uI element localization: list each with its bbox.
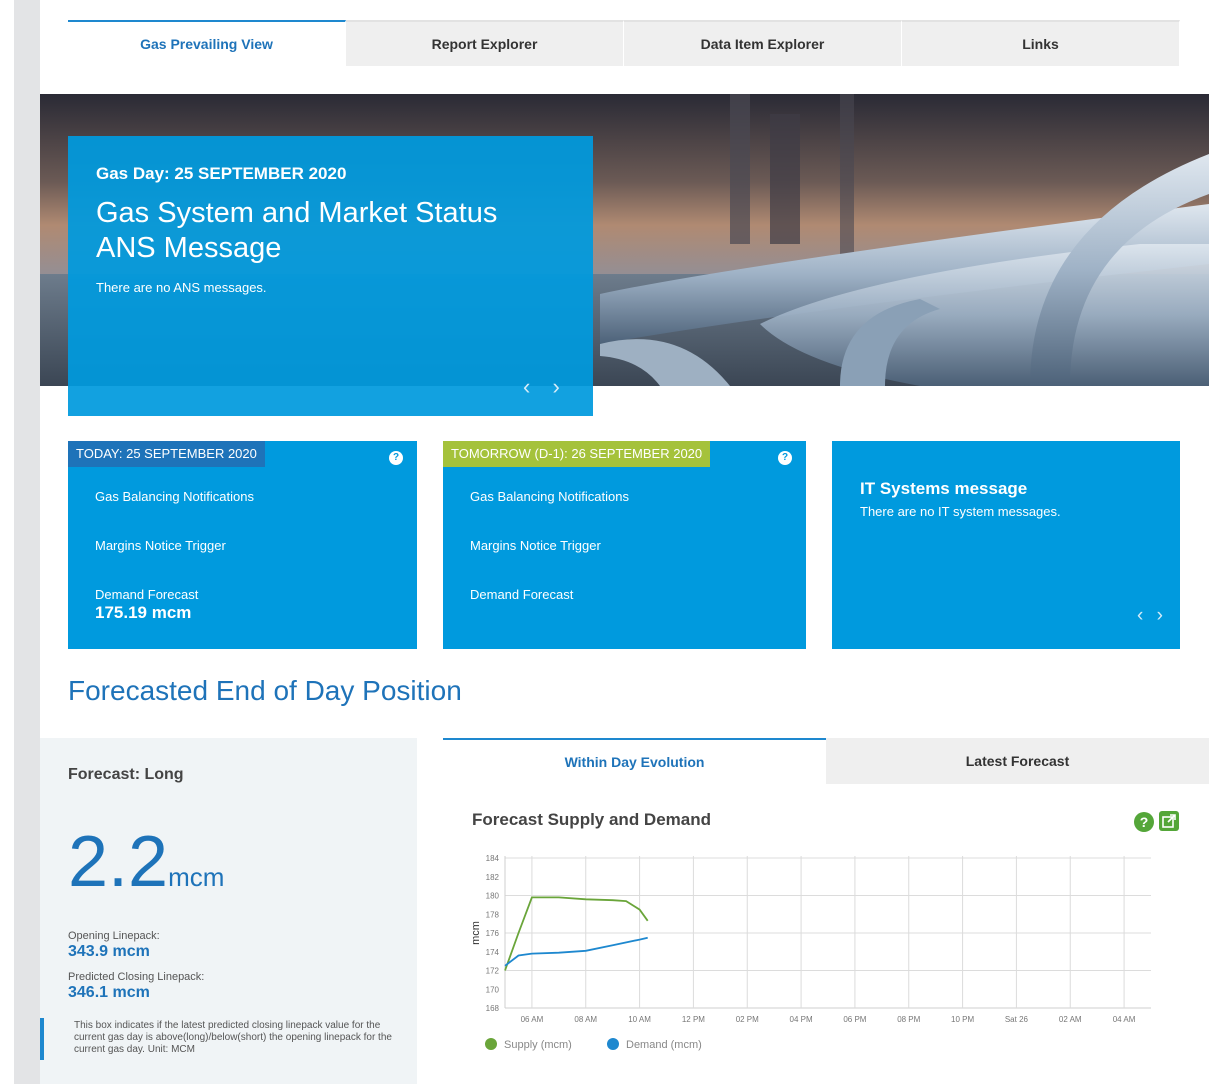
- y-tick-label: 168: [486, 1004, 500, 1013]
- tab-links[interactable]: Links: [902, 20, 1180, 66]
- x-tick-label: 06 AM: [521, 1015, 544, 1024]
- y-axis-label: mcm: [470, 921, 482, 945]
- tomorrow-help-icon[interactable]: ?: [778, 451, 792, 465]
- forecast-unit: mcm: [168, 862, 225, 892]
- today-demand-value: 175.19 mcm: [95, 603, 192, 622]
- it-systems-card: IT Systems message There are no IT syste…: [832, 441, 1180, 649]
- series-line-supply: [504, 896, 649, 971]
- x-tick-label: 10 AM: [628, 1015, 651, 1024]
- x-tick-label: 06 PM: [843, 1015, 866, 1024]
- x-tick-label: 04 AM: [1113, 1015, 1136, 1024]
- tab-latest-forecast[interactable]: Latest Forecast: [826, 738, 1209, 784]
- today-help-icon[interactable]: ?: [389, 451, 403, 465]
- export-icon[interactable]: [1159, 811, 1179, 831]
- today-card: TODAY: 25 SEPTEMBER 2020 ? Gas Balancing…: [68, 441, 417, 649]
- tomorrow-header: TOMORROW (D-1): 26 SEPTEMBER 2020: [443, 441, 711, 467]
- today-demand-forecast-link[interactable]: Demand Forecast: [95, 587, 198, 602]
- y-tick-label: 180: [486, 892, 500, 901]
- chart-title: Forecast Supply and Demand: [472, 810, 711, 829]
- forecast-chart: 168 170 172 174 176 178 180 182 184 mcm 06 AM 08 AM…: [470, 854, 1151, 1051]
- forecast-value: 2.2mcm: [68, 826, 224, 898]
- x-tick-label: 08 PM: [897, 1015, 920, 1024]
- note-accent-bar: [40, 1018, 44, 1060]
- ans-carousel-arrows[interactable]: ‹ ›: [523, 374, 568, 400]
- tomorrow-demand-forecast-link[interactable]: Demand Forecast: [470, 587, 573, 602]
- today-margins-notice-link[interactable]: Margins Notice Trigger: [95, 538, 226, 553]
- today-header: TODAY: 25 SEPTEMBER 2020: [68, 441, 265, 467]
- tab-gas-prevailing-view[interactable]: Gas Prevailing View: [68, 20, 346, 66]
- y-tick-label: 176: [486, 929, 500, 938]
- y-tick-label: 182: [486, 873, 500, 882]
- forecast-number: 2.2: [68, 822, 169, 902]
- legend-label-demand: Demand (mcm): [626, 1039, 702, 1051]
- ans-title: Gas System and Market Status ANS Message: [96, 197, 498, 264]
- closing-linepack-label: Predicted Closing Linepack:: [68, 971, 205, 983]
- tab-data-item-explorer[interactable]: Data Item Explorer: [624, 20, 902, 66]
- it-carousel-arrows[interactable]: ‹ ›: [1137, 605, 1167, 627]
- it-systems-title: IT Systems message: [860, 479, 1028, 498]
- y-tick-label: 184: [486, 854, 500, 863]
- tab-report-explorer[interactable]: Report Explorer: [346, 20, 624, 66]
- today-gas-balancing-link[interactable]: Gas Balancing Notifications: [95, 489, 254, 504]
- y-tick-label: 172: [486, 967, 500, 976]
- x-tick-label: 12 PM: [682, 1015, 705, 1024]
- x-tick-label: 02 PM: [736, 1015, 759, 1024]
- gas-day-label: Gas Day: 25 SEPTEMBER 2020: [96, 164, 347, 183]
- x-tick-label: 10 PM: [951, 1015, 974, 1024]
- ans-message-panel: Gas Day: 25 SEPTEMBER 2020 Gas System an…: [68, 136, 593, 416]
- section-title: Forecasted End of Day Position: [68, 675, 462, 706]
- forecast-box: Forecast: Long 2.2mcm Opening Linepack: …: [40, 738, 417, 1084]
- legend-label-supply: Supply (mcm): [504, 1039, 572, 1051]
- it-systems-message: There are no IT system messages.: [860, 504, 1061, 519]
- legend-marker-supply: [485, 1038, 497, 1050]
- x-tick-label: 04 PM: [790, 1015, 813, 1024]
- ans-message: There are no ANS messages.: [96, 280, 267, 295]
- tomorrow-card: TOMORROW (D-1): 26 SEPTEMBER 2020 ? Gas …: [443, 441, 806, 649]
- left-rail: [14, 0, 40, 1084]
- opening-linepack-label: Opening Linepack:: [68, 930, 160, 942]
- y-tick-label: 174: [486, 948, 500, 957]
- opening-linepack-value: 343.9 mcm: [68, 943, 150, 960]
- x-tick-label: 02 AM: [1059, 1015, 1082, 1024]
- closing-linepack-value: 346.1 mcm: [68, 984, 150, 1001]
- series-line-demand: [504, 936, 648, 967]
- x-tick-label: Sat 26: [1005, 1015, 1029, 1024]
- tab-within-day-evolution[interactable]: Within Day Evolution: [443, 738, 826, 784]
- chart-tabs: Within Day Evolution Latest Forecast: [443, 738, 1209, 784]
- tomorrow-margins-notice-link[interactable]: Margins Notice Trigger: [470, 538, 601, 553]
- tomorrow-gas-balancing-link[interactable]: Gas Balancing Notifications: [470, 489, 629, 504]
- legend-marker-demand: [607, 1038, 619, 1050]
- y-tick-label: 170: [486, 985, 500, 994]
- x-tick-label: 08 AM: [574, 1015, 597, 1024]
- forecast-label: Forecast: Long: [68, 766, 184, 783]
- help-icon[interactable]: ?: [1134, 812, 1154, 832]
- y-tick-label: 178: [486, 910, 500, 919]
- forecast-note: This box indicates if the latest predict…: [74, 1020, 392, 1055]
- main-tabs: Gas Prevailing View Report Explorer Data…: [68, 20, 1180, 66]
